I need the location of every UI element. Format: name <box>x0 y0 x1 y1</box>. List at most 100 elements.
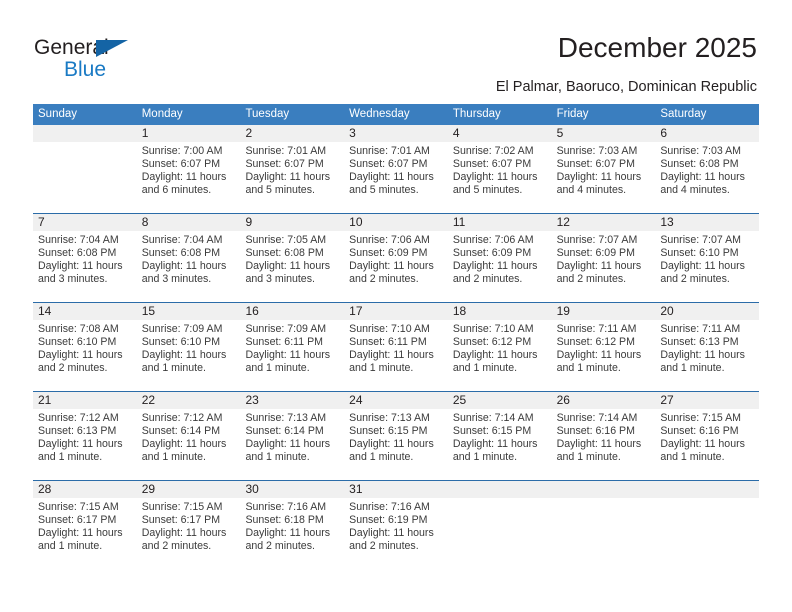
day-cell-5[interactable]: 5 Sunrise: 7:03 AM Sunset: 6:07 PM Daylight… <box>551 125 656 213</box>
weekday-header-thursday: Thursday <box>452 108 501 120</box>
day-cell-1[interactable]: 1 Sunrise: 7:00 AM Sunset: 6:07 PM Daylight… <box>136 125 241 213</box>
day-cell-3[interactable]: 3 Sunrise: 7:01 AM Sunset: 6:07 PM Daylight… <box>344 125 448 213</box>
day-cell-14[interactable]: 14 Sunrise: 7:08 AM Sunset: 6:10 PM Dayligh… <box>33 303 137 391</box>
daylight-text: Daylight: 11 hours <box>452 260 538 273</box>
weekday-header-wednesday: Wednesday <box>349 108 410 120</box>
day-cell-26[interactable]: 26 Sunrise: 7:14 AM Sunset: 6:16 PM Dayligh… <box>551 392 656 480</box>
day-number-band: 7 <box>33 214 137 231</box>
daylight-text: Daylight: 11 hours <box>38 527 123 540</box>
day-number: 3 <box>349 126 356 140</box>
sunset-text: Sunset: 6:13 PM <box>660 336 739 349</box>
day-cell-21[interactable]: 21 Sunrise: 7:12 AM Sunset: 6:13 PM Dayligh… <box>33 392 137 480</box>
daylight-text: and 3 minutes. <box>38 273 108 286</box>
day-number-band: 31 <box>344 481 448 498</box>
day-cell-18[interactable]: 18 Sunrise: 7:10 AM Sunset: 6:12 PM Dayligh… <box>447 303 552 391</box>
day-number: 8 <box>141 215 149 229</box>
day-number: 18 <box>452 304 467 318</box>
daylight-text: Daylight: 11 hours <box>452 349 538 362</box>
day-cell-30[interactable]: 30 Sunrise: 7:16 AM Sunset: 6:18 PM Dayligh… <box>240 481 345 569</box>
sunset-text: Sunset: 6:09 PM <box>349 247 428 260</box>
day-cell-6[interactable]: 6 Sunrise: 7:03 AM Sunset: 6:08 PM Daylight… <box>655 125 760 213</box>
day-cell-20[interactable]: 20 Sunrise: 7:11 AM Sunset: 6:13 PM Dayligh… <box>655 303 760 391</box>
day-cell-7[interactable]: 7 Sunrise: 7:04 AM Sunset: 6:08 PM Daylight… <box>33 214 137 302</box>
day-cell-2[interactable]: 2 Sunrise: 7:01 AM Sunset: 6:07 PM Daylight… <box>240 125 345 213</box>
daylight-text: and 1 minute. <box>141 362 206 375</box>
day-cell-27[interactable]: 27 Sunrise: 7:15 AM Sunset: 6:16 PM Dayligh… <box>655 392 760 480</box>
sunset-text: Sunset: 6:15 PM <box>349 425 428 438</box>
daylight-text: Daylight: 11 hours <box>141 438 227 451</box>
sunrise-text: Sunrise: 7:04 AM <box>141 234 223 246</box>
day-cell-16[interactable]: 16 Sunrise: 7:09 AM Sunset: 6:11 PM Dayligh… <box>240 303 345 391</box>
day-cell-25[interactable]: 25 Sunrise: 7:14 AM Sunset: 6:15 PM Dayligh… <box>447 392 552 480</box>
week-cells: 28 Sunrise: 7:15 AM Sunset: 6:17 PM Dayligh… <box>33 481 760 569</box>
day-details: Sunrise: 7:10 AM Sunset: 6:12 PM Daylight:… <box>448 320 552 375</box>
calendar-week-row: 14 Sunrise: 7:08 AM Sunset: 6:10 PM Dayligh… <box>33 302 760 391</box>
sunrise-text: Sunrise: 7:10 AM <box>452 323 534 335</box>
sunrise-text: Sunrise: 7:13 AM <box>245 412 327 424</box>
day-cell-31[interactable]: 31 Sunrise: 7:16 AM Sunset: 6:19 PM Dayligh… <box>344 481 448 569</box>
daylight-text: Daylight: 11 hours <box>660 171 745 184</box>
day-cell-8[interactable]: 8 Sunrise: 7:04 AM Sunset: 6:08 PM Daylight… <box>136 214 241 302</box>
daylight-text: Daylight: 11 hours <box>349 171 434 184</box>
sunrise-text: Sunrise: 7:00 AM <box>141 145 223 157</box>
sunset-text: Sunset: 6:17 PM <box>141 514 221 527</box>
day-cell-4[interactable]: 4 Sunrise: 7:02 AM Sunset: 6:07 PM Daylight… <box>447 125 552 213</box>
day-cell-13[interactable]: 13 Sunrise: 7:07 AM Sunset: 6:10 PM Dayligh… <box>655 214 760 302</box>
sunset-text: Sunset: 6:18 PM <box>245 514 324 527</box>
day-details: Sunrise: 7:15 AM Sunset: 6:17 PM Daylight:… <box>137 498 241 553</box>
sunset-text: Sunset: 6:11 PM <box>349 336 427 349</box>
daylight-text: and 1 minute. <box>452 451 518 464</box>
sunrise-text: Sunrise: 7:12 AM <box>38 412 119 424</box>
calendar-week-row: 1 Sunrise: 7:00 AM Sunset: 6:07 PM Daylight… <box>33 125 760 213</box>
daylight-text: Daylight: 11 hours <box>141 171 227 184</box>
sunset-text: Sunset: 6:07 PM <box>349 158 428 171</box>
day-number-band: 15 <box>136 303 241 320</box>
day-details: Sunrise: 7:09 AM Sunset: 6:11 PM Daylight:… <box>240 320 344 375</box>
sunset-text: Sunset: 6:12 PM <box>452 336 532 349</box>
day-cell-11[interactable]: 11 Sunrise: 7:06 AM Sunset: 6:09 PM Dayligh… <box>447 214 552 302</box>
page-header: General Blue December 2025 El Palmar, Ba… <box>0 0 792 104</box>
day-cell-29[interactable]: 29 Sunrise: 7:15 AM Sunset: 6:17 PM Dayligh… <box>136 481 241 569</box>
daylight-text: Daylight: 11 hours <box>245 349 331 362</box>
daylight-text: and 2 minutes. <box>245 540 315 553</box>
calendar-page: General Blue December 2025 El Palmar, Ba… <box>0 0 792 612</box>
day-cell-9[interactable]: 9 Sunrise: 7:05 AM Sunset: 6:08 PM Daylight… <box>240 214 345 302</box>
day-number: 27 <box>660 393 674 407</box>
day-number-band: 2 <box>240 125 345 142</box>
daylight-text: and 1 minute. <box>245 362 310 375</box>
day-cell-28[interactable]: 28 Sunrise: 7:15 AM Sunset: 6:17 PM Dayligh… <box>33 481 137 569</box>
day-number-band: 19 <box>551 303 656 320</box>
day-details <box>552 498 656 501</box>
day-cell-24[interactable]: 24 Sunrise: 7:13 AM Sunset: 6:15 PM Dayligh… <box>344 392 448 480</box>
day-details <box>33 142 137 145</box>
day-cell-19[interactable]: 19 Sunrise: 7:11 AM Sunset: 6:12 PM Dayligh… <box>551 303 656 391</box>
day-number-band <box>447 481 552 498</box>
day-cell-15[interactable]: 15 Sunrise: 7:09 AM Sunset: 6:10 PM Dayligh… <box>136 303 241 391</box>
day-details: Sunrise: 7:13 AM Sunset: 6:15 PM Daylight:… <box>344 409 448 464</box>
day-cell-22[interactable]: 22 Sunrise: 7:12 AM Sunset: 6:14 PM Dayligh… <box>136 392 241 480</box>
day-details: Sunrise: 7:07 AM Sunset: 6:09 PM Daylight:… <box>552 231 656 286</box>
day-number: 16 <box>245 304 259 318</box>
day-number: 21 <box>38 393 52 407</box>
day-cell-10[interactable]: 10 Sunrise: 7:06 AM Sunset: 6:09 PM Dayligh… <box>344 214 448 302</box>
day-details <box>655 498 759 501</box>
generalblue-logo[interactable]: General Blue <box>34 36 174 84</box>
daylight-text: and 2 minutes. <box>660 273 730 286</box>
daylight-text: Daylight: 11 hours <box>556 260 642 273</box>
logo-text-blue: Blue <box>64 58 107 81</box>
daylight-text: and 4 minutes. <box>556 184 627 197</box>
daylight-text: Daylight: 11 hours <box>660 438 745 451</box>
day-number: 25 <box>452 393 467 407</box>
daylight-text: and 1 minute. <box>452 362 518 375</box>
sunset-text: Sunset: 6:13 PM <box>38 425 117 438</box>
day-cell-12[interactable]: 12 Sunrise: 7:07 AM Sunset: 6:09 PM Dayligh… <box>551 214 656 302</box>
daylight-text: and 5 minutes. <box>452 184 523 197</box>
day-cell-23[interactable]: 23 Sunrise: 7:13 AM Sunset: 6:14 PM Dayligh… <box>240 392 345 480</box>
sunrise-text: Sunrise: 7:16 AM <box>349 501 430 513</box>
day-number-band: 12 <box>551 214 656 231</box>
day-number: 13 <box>660 215 674 229</box>
daylight-text: and 1 minute. <box>660 362 725 375</box>
sunrise-text: Sunrise: 7:13 AM <box>349 412 430 424</box>
daylight-text: and 5 minutes. <box>245 184 315 197</box>
day-cell-17[interactable]: 17 Sunrise: 7:10 AM Sunset: 6:11 PM Dayligh… <box>344 303 448 391</box>
